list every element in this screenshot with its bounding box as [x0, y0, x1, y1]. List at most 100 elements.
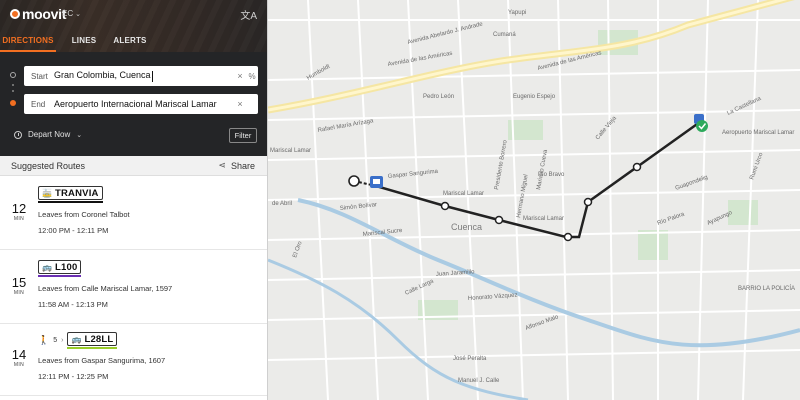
duration-value: 12 — [11, 201, 27, 216]
share-button[interactable]: ⋖ Share — [218, 160, 255, 171]
connector-dot — [12, 90, 14, 92]
depart-label: Depart Now — [28, 130, 71, 139]
walk-minutes: 5 — [53, 337, 58, 344]
swap-icon[interactable]: % — [246, 72, 258, 81]
route-lines: 🚋 TRANVIA — [38, 186, 103, 203]
route-leaves-from: Leaves from Gaspar Sangurima, 1607 — [38, 356, 166, 365]
route-option-l28ll[interactable]: 14 MIN 🚶 5 › 🚌 L28LL Leaves from Gaspar … — [0, 324, 267, 396]
walk-icon: 🚶 — [38, 335, 50, 345]
chevron-right-icon: › — [61, 337, 64, 344]
text-caret — [151, 70, 153, 82]
park-area — [728, 200, 758, 225]
end-input[interactable]: Aeropuerto Internacional Mariscal Lamar — [54, 99, 234, 109]
chevron-down-icon: ⌄ — [75, 10, 81, 18]
origin-marker-icon[interactable] — [348, 175, 360, 187]
line-badge: 🚋 TRANVIA — [38, 186, 103, 200]
moovit-logo[interactable]: moovit — [10, 6, 66, 22]
tram-icon: 🚋 — [42, 188, 52, 198]
start-input[interactable]: Gran Colombia, Cuenca — [54, 70, 234, 82]
duration-value: 15 — [11, 275, 27, 290]
line-badge: 🚌 L100 — [38, 260, 82, 274]
share-label: Share — [230, 160, 255, 171]
route-map[interactable]: Yapupi Cumaná Avenida Abelardo J. Andrad… — [268, 0, 800, 400]
start-field[interactable]: Start Gran Colombia, Cuenca × % — [24, 66, 258, 86]
line-badge-wrapper: 🚌 L28LL — [67, 332, 118, 349]
line-color-bar — [38, 201, 103, 203]
clock-icon — [14, 130, 22, 139]
share-icon: ⋖ — [218, 160, 226, 170]
end-dot-icon — [10, 100, 16, 106]
start-value: Gran Colombia, Cuenca — [54, 70, 151, 81]
map-label-city: Cuenca — [451, 222, 482, 232]
region-code: EC — [62, 9, 74, 18]
route-stop-marker[interactable] — [583, 197, 593, 207]
route-leaves-from: Leaves from Coronel Talbot — [38, 210, 130, 219]
route-duration: 15 MIN — [10, 276, 28, 296]
route-dots-icon — [10, 72, 16, 108]
start-label: Start — [31, 71, 48, 81]
tab-directions[interactable]: DIRECTIONS — [0, 32, 56, 52]
duration-unit: MIN — [13, 362, 25, 368]
map-label: Mariscal Lamar — [443, 191, 484, 197]
search-header: moovit EC ⌄ 文A DIRECTIONS LINES ALERTS S… — [0, 0, 267, 156]
depart-selector[interactable]: Depart Now ⌄ — [14, 130, 82, 139]
route-option-tranvia[interactable]: 12 MIN 🚋 TRANVIA Leaves from Coronel Tal… — [0, 178, 267, 250]
region-selector[interactable]: EC ⌄ — [62, 9, 81, 18]
clear-end-icon[interactable]: × — [234, 99, 246, 109]
bus-icon: 🚌 — [71, 334, 82, 344]
map-label: Pío Bravo — [538, 172, 565, 178]
map-label: Manuel J. Calle — [458, 378, 500, 384]
map-label: José Peralta — [453, 356, 487, 362]
route-times: 11:58 AM - 12:13 PM — [38, 300, 108, 309]
line-badge-wrapper: 🚌 L100 — [38, 260, 82, 277]
map-canvas[interactable]: Yapupi Cumaná Avenida Abelardo J. Andrad… — [268, 0, 800, 400]
line-name: L28LL — [84, 333, 114, 345]
route-stop-marker[interactable] — [494, 215, 504, 225]
route-option-l100[interactable]: 15 MIN 🚌 L100 Leaves from Calle Mariscal… — [0, 252, 267, 324]
line-name: TRANVIA — [54, 187, 99, 199]
route-stop-marker[interactable] — [563, 232, 573, 242]
suggested-routes-header: Suggested Routes ⋖ Share — [0, 156, 267, 176]
map-label: Yapupi — [508, 10, 526, 16]
bus-icon: 🚌 — [42, 262, 52, 272]
line-color-bar — [67, 347, 118, 349]
destination-marker-icon[interactable] — [696, 120, 708, 132]
line-name: L100 — [54, 261, 78, 273]
connector-dot — [12, 84, 14, 86]
directions-panel: moovit EC ⌄ 文A DIRECTIONS LINES ALERTS S… — [0, 0, 268, 400]
duration-value: 14 — [11, 347, 27, 362]
tab-alerts[interactable]: ALERTS — [108, 32, 152, 52]
chevron-down-icon: ⌄ — [76, 131, 83, 139]
map-label: BARRIO LA POLICÍA — [738, 285, 795, 292]
start-dot-icon — [10, 72, 16, 78]
duration-unit: MIN — [13, 216, 25, 222]
route-times: 12:11 PM - 12:25 PM — [38, 372, 109, 381]
clear-start-icon[interactable]: × — [234, 71, 246, 81]
map-label: Mariscal Lamar — [523, 216, 564, 222]
line-color-bar — [38, 275, 82, 277]
end-field[interactable]: End Aeropuerto Internacional Mariscal La… — [24, 94, 258, 114]
duration-unit: MIN — [13, 290, 25, 296]
end-label: End — [31, 99, 46, 109]
route-duration: 14 MIN — [10, 348, 28, 368]
map-label: Mariscal Lamar — [270, 148, 311, 154]
route-stop-marker[interactable] — [440, 201, 450, 211]
line-badge-wrapper: 🚋 TRANVIA — [38, 186, 103, 203]
nav-tabs: DIRECTIONS LINES ALERTS — [0, 32, 267, 52]
tab-lines[interactable]: LINES — [64, 32, 104, 52]
route-lines: 🚶 5 › 🚌 L28LL — [38, 332, 118, 349]
route-stop-marker[interactable] — [632, 162, 642, 172]
line-badge: 🚌 L28LL — [67, 332, 118, 346]
tram-stop-glyph — [373, 179, 380, 184]
map-label: Eugenio Espejo — [513, 94, 556, 100]
suggested-routes-title: Suggested Routes — [11, 161, 86, 171]
translate-icon[interactable]: 文A — [240, 7, 257, 22]
logo-mark-icon — [10, 9, 20, 19]
map-label: de Abril — [272, 201, 292, 207]
map-label: Pedro León — [423, 94, 454, 100]
filter-button[interactable]: Filter — [229, 128, 257, 143]
route-duration: 12 MIN — [10, 202, 28, 222]
map-label: Cumaná — [493, 32, 516, 38]
route-times: 12:00 PM - 12:11 PM — [38, 226, 109, 235]
route-lines: 🚌 L100 — [38, 260, 82, 277]
